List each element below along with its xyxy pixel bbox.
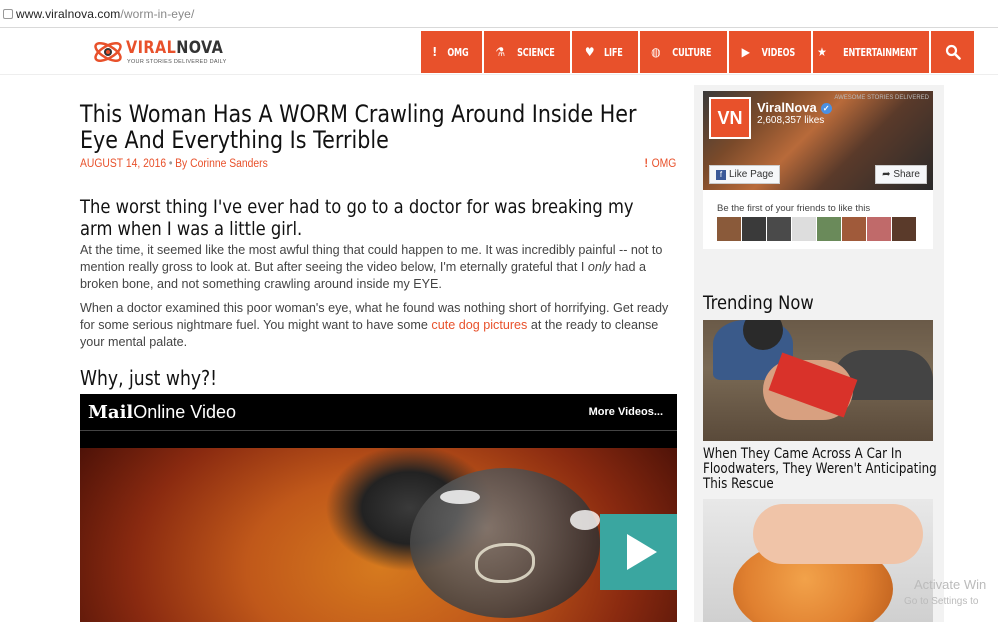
friend-avatar[interactable] [867, 217, 891, 241]
facebook-page-widget: VN ViralNova ✓ 2,608,357 likes AWESOME ST… [703, 91, 933, 249]
eye-reflection [570, 510, 600, 530]
nav-life[interactable]: ♥ LIFE [572, 31, 640, 73]
globe-icon: ◍ [651, 45, 661, 59]
worm-image [475, 543, 535, 583]
address-bar[interactable]: www.viralnova.com/worm-in-eye/ [0, 0, 998, 28]
friend-avatar[interactable] [892, 217, 916, 241]
nav-science-label: SCIENCE [516, 45, 555, 59]
nav-omg[interactable]: ! OMG [421, 31, 484, 73]
article-subheading: Why, just why?! [80, 366, 218, 390]
facebook-friend-faces [717, 217, 916, 241]
facebook-cover-text: AWESOME STORIES DELIVERED [834, 95, 929, 101]
nav-entertainment-label: ENTERTAINMENT [842, 45, 917, 59]
logo-wordmark: VIRALNOVA [126, 38, 223, 58]
search-button[interactable] [931, 31, 974, 73]
trending-caption-1[interactable]: When They Came Across A Car In Floodwate… [703, 447, 941, 492]
friend-avatar[interactable] [767, 217, 791, 241]
facebook-like-count: 2,608,357 likes [757, 115, 825, 126]
article-date: AUGUST 14, 2016 [80, 158, 167, 170]
url-path: /worm-in-eye/ [120, 7, 195, 21]
activation-watermark: Activate Win [914, 577, 987, 592]
eye-reflection [440, 490, 480, 504]
url-host: www.viralnova.com [16, 7, 121, 21]
heart-icon: ♥ [584, 45, 595, 59]
nav-videos-label: VIDEOS [761, 45, 795, 59]
nav-culture[interactable]: ◍ CULTURE [640, 31, 729, 73]
video-player[interactable]: MailOnline Video More Videos... [80, 394, 677, 622]
facebook-page-name[interactable]: ViralNova ✓ [757, 100, 832, 115]
trending-image-2[interactable] [703, 499, 933, 622]
nav-omg-label: OMG [447, 45, 469, 59]
trending-title: Trending Now [703, 292, 814, 314]
article-category-label: OMG [651, 158, 676, 170]
friend-avatar[interactable] [742, 217, 766, 241]
nav-videos[interactable]: ▶ VIDEOS [729, 31, 813, 73]
play-button[interactable] [600, 514, 677, 590]
verified-icon: ✓ [820, 103, 832, 114]
exclamation-icon: ! [432, 45, 437, 59]
search-icon [945, 44, 961, 60]
facebook-like-button[interactable]: f Like Page [709, 165, 781, 184]
nav-entertainment[interactable]: ★ ENTERTAINMENT [813, 31, 931, 73]
site-logo[interactable]: VIRALNOVA YOUR STORIES DELIVERED DAILY [92, 35, 226, 69]
nav-culture-label: CULTURE [672, 45, 712, 59]
nav-science[interactable]: ⚗ SCIENCE [484, 31, 572, 73]
logo-online-video: Online Video [133, 402, 237, 422]
url-text[interactable]: www.viralnova.com/worm-in-eye/ [16, 7, 194, 21]
article-category[interactable]: ! OMG [644, 158, 676, 170]
mailonline-logo: MailOnline Video [88, 402, 236, 423]
logo-viral: VIRAL [126, 38, 177, 58]
page-icon [3, 9, 13, 19]
play-icon: ▶ [741, 45, 750, 59]
meta-separator: • [168, 158, 173, 170]
facebook-avatar[interactable]: VN [709, 97, 751, 139]
share-arrow-icon: ➦ [882, 169, 894, 180]
logo-nova: NOVA [176, 38, 224, 58]
article-meta: AUGUST 14, 2016 • By Corinne Sanders [80, 158, 268, 170]
video-thumbnail [80, 448, 677, 622]
main-nav: ! OMG ⚗ SCIENCE ♥ LIFE ◍ CULTURE ▶ VIDEOS ★ EN… [421, 31, 974, 73]
more-videos-link[interactable]: More Videos... [589, 406, 663, 418]
like-button-label: Like Page [729, 169, 774, 180]
article-paragraph-1: At the time, it seemed like the most awf… [80, 242, 680, 293]
article-author[interactable]: By Corinne Sanders [175, 158, 268, 170]
friend-avatar[interactable] [717, 217, 741, 241]
share-button-label: Share [893, 169, 920, 180]
logo-tagline: YOUR STORIES DELIVERED DAILY [127, 59, 227, 65]
flask-icon: ⚗ [495, 45, 505, 59]
friend-avatar[interactable] [792, 217, 816, 241]
atom-logo-icon [94, 42, 122, 62]
nav-life-label: LIFE [604, 45, 624, 59]
hand-shape [753, 504, 923, 564]
friend-avatar[interactable] [817, 217, 841, 241]
video-header: MailOnline Video More Videos... [80, 394, 677, 431]
article-paragraph-2: When a doctor examined this poor woman's… [80, 300, 680, 351]
star-icon: ★ [817, 45, 827, 59]
facebook-page-name-text: ViralNova [757, 100, 817, 115]
logo-mail: Mail [88, 402, 134, 423]
play-icon [626, 534, 657, 570]
article-title: This Woman Has A WORM Crawling Around In… [80, 100, 637, 154]
p1-emphasis: only [587, 260, 611, 274]
activation-watermark-sub: Go to Settings to [904, 596, 979, 607]
facebook-friends-text: Be the first of your friends to like thi… [717, 203, 871, 214]
facebook-cover: VN ViralNova ✓ 2,608,357 likes AWESOME ST… [703, 91, 933, 190]
p1-text-a: At the time, it seemed like the most awf… [80, 243, 663, 274]
article-lead: The worst thing I've ever had to go to a… [80, 196, 634, 240]
exclamation-icon: ! [644, 158, 648, 170]
trending-image-1[interactable] [703, 320, 933, 441]
friend-avatar[interactable] [842, 217, 866, 241]
facebook-share-button[interactable]: ➦ Share [875, 165, 927, 184]
cute-dog-pictures-link[interactable]: cute dog pictures [431, 318, 527, 332]
facebook-icon: f [716, 170, 726, 180]
